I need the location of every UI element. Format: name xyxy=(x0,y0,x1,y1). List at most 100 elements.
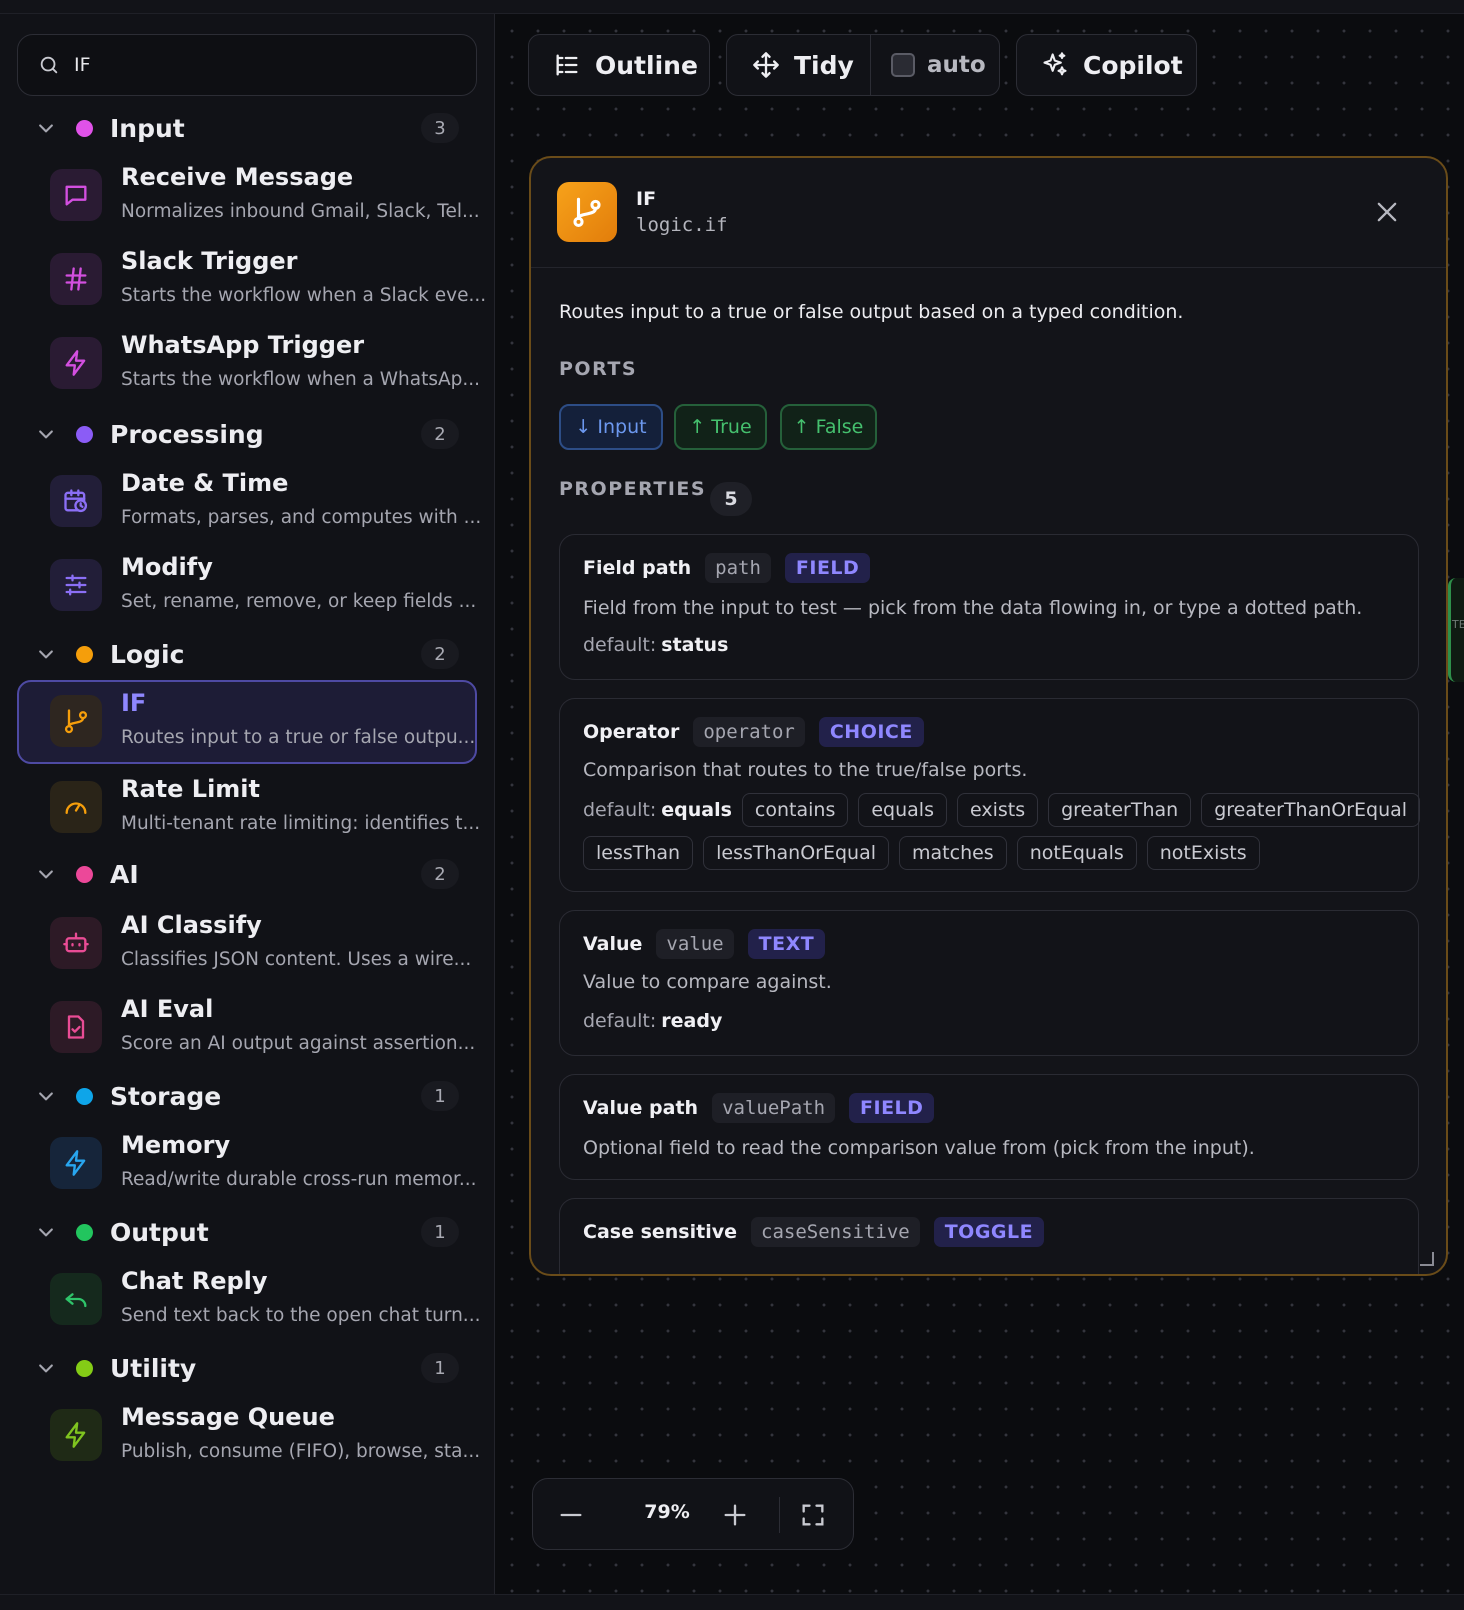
property-type-badge: TOGGLE xyxy=(933,1217,1045,1247)
copilot-button[interactable]: Copilot xyxy=(1016,34,1197,96)
node-title: AI Classify xyxy=(121,911,262,939)
property-description: Optional field to read the comparison va… xyxy=(583,1137,1255,1159)
category-dot xyxy=(76,1359,93,1377)
operator-options-row-1: default: equals contains equals exists gr… xyxy=(583,793,1430,827)
option-chip[interactable]: contains xyxy=(741,793,849,827)
node-date-time[interactable]: Date & Time Formats, parses, and compute… xyxy=(17,460,481,544)
window-bottom-bar xyxy=(0,1594,1464,1610)
property-key: operator xyxy=(693,717,805,747)
category-count: 1 xyxy=(421,1353,459,1383)
outline-label: Outline xyxy=(595,50,698,80)
tidy-label: Tidy xyxy=(794,50,854,80)
option-chip[interactable]: exists xyxy=(956,793,1039,827)
property-card-case-sensitive[interactable]: Case sensitive caseSensitive TOGGLE xyxy=(559,1198,1419,1274)
tidy-group: Tidy auto xyxy=(726,34,1000,96)
panel-description: Routes input to a true or false output b… xyxy=(559,301,1184,323)
port-input[interactable]: ↓ Input xyxy=(559,404,663,450)
node-slack-trigger[interactable]: Slack Trigger Starts the workflow when a… xyxy=(17,238,486,322)
outline-button[interactable]: Outline xyxy=(528,34,710,96)
zoom-divider xyxy=(779,1497,780,1533)
node-title: Modify xyxy=(121,553,213,581)
search-input[interactable]: IF xyxy=(17,34,477,96)
category-label: Processing xyxy=(110,419,264,449)
option-chip[interactable]: greaterThan xyxy=(1048,793,1192,827)
property-card-value[interactable]: Value value TEXT Value to compare agains… xyxy=(559,910,1419,1056)
node-title: Chat Reply xyxy=(121,1267,268,1295)
zoom-out-icon[interactable] xyxy=(557,1501,585,1529)
node-description: Read/write durable cross-run memor... xyxy=(121,1169,477,1190)
category-count: 1 xyxy=(421,1081,459,1111)
category-ai[interactable]: AI 2 xyxy=(0,850,495,898)
property-card-field-path[interactable]: Field path path FIELD Field from the inp… xyxy=(559,534,1419,680)
node-description: Routes input to a true or false outpu... xyxy=(121,727,476,748)
option-chip[interactable]: lessThanOrEqual xyxy=(703,836,890,870)
option-chip[interactable]: greaterThanOrEqual xyxy=(1201,793,1421,827)
resize-handle[interactable] xyxy=(1420,1252,1434,1266)
node-title: WhatsApp Trigger xyxy=(121,331,365,359)
calendar-clock-icon xyxy=(50,475,102,527)
node-if[interactable]: IF Routes input to a true or false outpu… xyxy=(17,680,477,764)
node-title: AI Eval xyxy=(121,995,214,1023)
tidy-button[interactable]: Tidy xyxy=(727,35,871,95)
chevron-down-icon xyxy=(39,124,53,133)
option-chip[interactable]: notEquals xyxy=(1016,836,1137,870)
chevron-down-icon xyxy=(39,650,53,659)
gauge-icon xyxy=(50,781,102,833)
property-type-badge: FIELD xyxy=(849,1093,935,1123)
node-rate-limit[interactable]: Rate Limit Multi-tenant rate limiting: i… xyxy=(17,766,480,850)
close-icon[interactable] xyxy=(1373,198,1401,226)
node-description: Classifies JSON content. Uses a wire... xyxy=(121,949,472,970)
node-chat-reply[interactable]: Chat Reply Send text back to the open ch… xyxy=(17,1258,480,1342)
node-description: Formats, parses, and computes with ... xyxy=(121,507,482,528)
property-label: Field path xyxy=(583,557,692,579)
auto-checkbox[interactable] xyxy=(891,53,915,77)
node-message-queue[interactable]: Message Queue Publish, consume (FIFO), b… xyxy=(17,1394,480,1478)
node-whatsapp-trigger[interactable]: WhatsApp Trigger Starts the workflow whe… xyxy=(17,322,480,406)
canvas-node-edge[interactable]: TE xyxy=(1448,578,1464,682)
node-ai-classify[interactable]: AI Classify Classifies JSON content. Use… xyxy=(17,902,477,986)
node-receive-message[interactable]: Receive Message Normalizes inbound Gmail… xyxy=(17,154,480,238)
category-count: 3 xyxy=(421,113,459,143)
message-square-icon xyxy=(50,169,102,221)
zoom-level: 79% xyxy=(644,1501,690,1523)
port-true[interactable]: ↑ True xyxy=(674,404,767,450)
auto-toggle[interactable]: auto xyxy=(871,35,986,95)
option-chip[interactable]: equals xyxy=(858,793,947,827)
option-chip[interactable]: matches xyxy=(899,836,1007,870)
zoom-in-icon[interactable] xyxy=(721,1501,749,1529)
sparkles-icon xyxy=(1043,52,1067,76)
category-dot xyxy=(76,1223,93,1241)
node-description: Score an AI output against assertion... xyxy=(121,1033,476,1054)
node-modify[interactable]: Modify Set, rename, remove, or keep fiel… xyxy=(17,544,477,628)
category-logic[interactable]: Logic 2 xyxy=(0,630,495,678)
zoom-controls: 79% xyxy=(532,1478,854,1550)
node-title: Receive Message xyxy=(121,163,354,191)
property-type-badge: FIELD xyxy=(784,553,871,583)
operator-options-row-2: lessThan lessThanOrEqual matches notEqua… xyxy=(583,836,1270,870)
node-memory[interactable]: Memory Read/write durable cross-run memo… xyxy=(17,1122,477,1206)
category-label: Input xyxy=(110,113,185,143)
category-count: 2 xyxy=(421,859,459,889)
category-output[interactable]: Output 1 xyxy=(0,1208,495,1256)
property-card-operator[interactable]: Operator operator CHOICE Comparison that… xyxy=(559,698,1421,892)
property-default: default: status xyxy=(583,634,729,656)
category-processing[interactable]: Processing 2 xyxy=(0,410,495,458)
category-input[interactable]: Input 3 xyxy=(0,104,495,152)
category-count: 2 xyxy=(421,639,459,669)
node-detail-panel: IF logic.if Routes input to a true or fa… xyxy=(529,156,1448,1276)
category-label: AI xyxy=(110,859,139,889)
category-utility[interactable]: Utility 1 xyxy=(0,1344,495,1392)
node-description: Starts the workflow when a Slack eve... xyxy=(121,285,487,306)
port-false[interactable]: ↑ False xyxy=(780,404,877,450)
fit-view-icon[interactable] xyxy=(799,1501,827,1529)
property-description: Value to compare against. xyxy=(583,971,832,993)
option-chip[interactable]: notExists xyxy=(1146,836,1260,870)
property-description: Comparison that routes to the true/false… xyxy=(583,759,1028,781)
panel-title: IF xyxy=(636,188,657,210)
chevron-down-icon xyxy=(39,1092,53,1101)
node-ai-eval[interactable]: AI Eval Score an AI output against asser… xyxy=(17,986,477,1070)
option-chip[interactable]: lessThan xyxy=(583,836,694,870)
properties-heading: PROPERTIES xyxy=(559,478,707,500)
category-storage[interactable]: Storage 1 xyxy=(0,1072,495,1120)
property-card-value-path[interactable]: Value path valuePath FIELD Optional fiel… xyxy=(559,1074,1419,1180)
